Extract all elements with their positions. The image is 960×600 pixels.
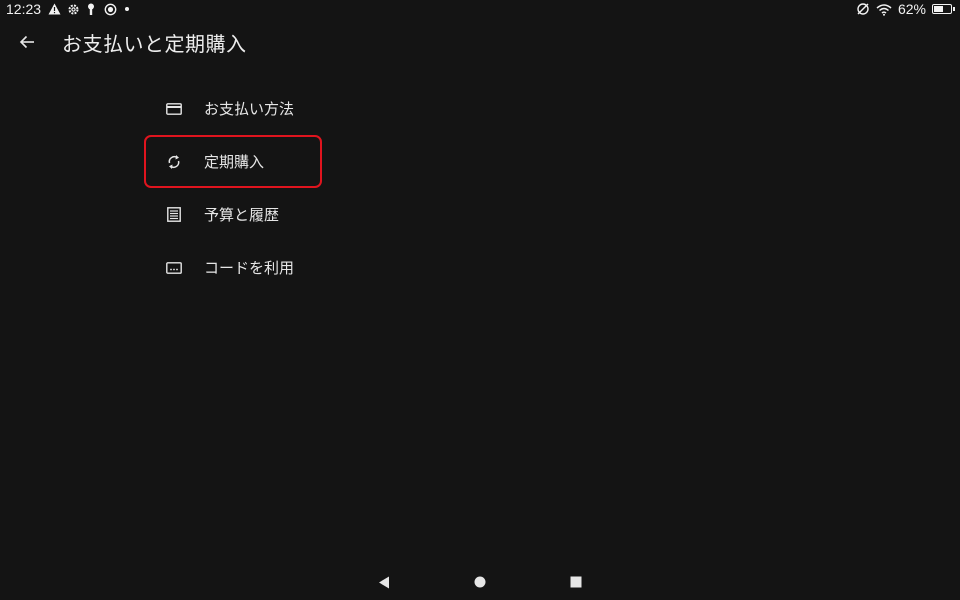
warning-icon [47, 2, 61, 16]
nav-back-button[interactable] [374, 572, 394, 592]
menu-item-label: 定期購入 [204, 153, 265, 171]
gear-icon [66, 2, 80, 16]
battery-icon [932, 4, 955, 14]
battery-level-fill [934, 6, 943, 12]
no-sim-icon [856, 2, 870, 16]
menu-item-redeem-code[interactable]: コードを利用 [146, 241, 326, 294]
back-button[interactable] [12, 30, 42, 54]
payment-menu: お支払い方法 定期購入 予算と履歴 コードを利用 [144, 82, 326, 294]
menu-item-label: 予算と履歴 [204, 206, 280, 224]
arrow-left-icon [19, 35, 35, 49]
status-time: 12:23 [6, 1, 42, 17]
dot-icon [120, 2, 134, 16]
menu-item-label: お支払い方法 [204, 100, 295, 118]
credit-card-icon [164, 99, 184, 119]
screen: 12:23 62% お支払いと定期購入 お支払い方法 定期購入 予算と履歴 コー… [0, 0, 960, 600]
page-title: お支払いと定期購入 [62, 32, 247, 56]
key-icon [84, 2, 98, 16]
list-icon [164, 205, 184, 225]
wifi-icon [876, 3, 892, 16]
code-card-icon [164, 258, 184, 278]
navigation-bar [0, 564, 960, 600]
battery-percent: 62% [897, 1, 926, 17]
record-icon [103, 2, 117, 16]
sync-icon [164, 152, 184, 172]
menu-item-subscriptions[interactable]: 定期購入 [144, 135, 326, 188]
menu-item-label: コードを利用 [204, 259, 295, 277]
menu-item-payment-method[interactable]: お支払い方法 [146, 82, 326, 135]
nav-recents-button[interactable] [566, 572, 586, 592]
nav-home-button[interactable] [470, 572, 490, 592]
status-bar: 12:23 62% [0, 0, 960, 20]
recents-square-icon [570, 576, 582, 588]
back-triangle-icon [378, 576, 390, 589]
menu-item-budget-history[interactable]: 予算と履歴 [146, 188, 326, 241]
status-right: 62% [856, 1, 955, 17]
home-circle-icon [474, 576, 486, 588]
